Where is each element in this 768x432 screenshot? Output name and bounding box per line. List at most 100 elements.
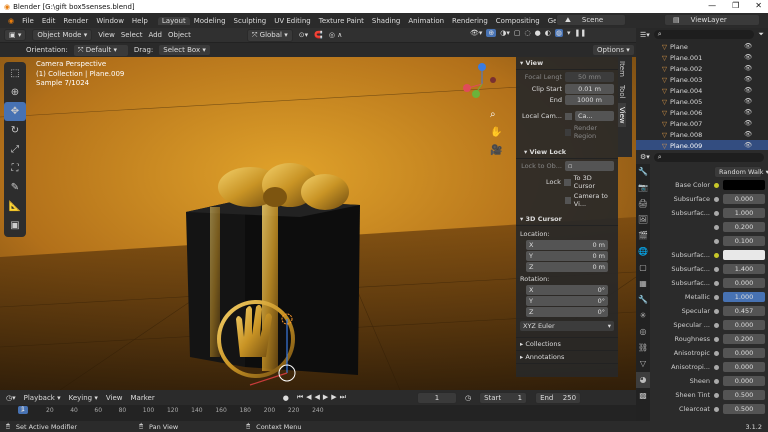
minimize-button[interactable]: —: [708, 1, 716, 10]
menu-window[interactable]: Window: [92, 17, 128, 25]
property-value-field[interactable]: 0.000: [723, 320, 765, 330]
rendered-shading-icon[interactable]: ◍: [554, 29, 563, 37]
drag-dropdown[interactable]: Select Box ▾: [158, 44, 211, 56]
subsurface-method-dropdown[interactable]: Random Walk ▾: [714, 166, 768, 178]
tab-texture-paint[interactable]: Texture Paint: [315, 17, 368, 25]
cursor-icon[interactable]: ⊕: [4, 83, 26, 102]
orientation-dropdown[interactable]: ⤧ Default ▾: [72, 43, 129, 57]
particles-tab-icon[interactable]: ✳: [636, 308, 650, 324]
tab-uv-editing[interactable]: UV Editing: [270, 17, 315, 25]
menu-select[interactable]: Select: [121, 31, 143, 39]
viewlayer-selector[interactable]: ▤ ViewLayer: [664, 14, 760, 26]
visibility-icon[interactable]: 👁▾: [470, 29, 482, 37]
object-mode-dropdown[interactable]: Object Mode ▾: [32, 29, 93, 41]
property-value-field[interactable]: 0.000: [723, 362, 765, 372]
keying-menu[interactable]: Keying ▾: [69, 394, 98, 402]
menu-add[interactable]: Add: [148, 31, 162, 39]
socket-dot-icon[interactable]: [714, 392, 719, 398]
render-tab-icon[interactable]: 📷: [636, 180, 650, 196]
camera-view-icon[interactable]: 🎥: [490, 145, 502, 156]
socket-dot-icon[interactable]: [714, 322, 719, 328]
to-cursor-checkbox[interactable]: [563, 178, 571, 186]
add-cube-icon[interactable]: ▣: [4, 216, 26, 235]
property-value-field[interactable]: 0.500: [723, 390, 765, 400]
filter-icon[interactable]: ⏷: [758, 30, 764, 39]
snap-icon[interactable]: 🧲: [314, 31, 323, 39]
proportional-edit-icon[interactable]: ◎ ∧: [329, 31, 342, 39]
move-icon[interactable]: ✥: [4, 102, 26, 121]
socket-dot-icon[interactable]: [714, 406, 719, 412]
menu-file[interactable]: File: [18, 17, 38, 25]
material-tab-icon[interactable]: ◕: [636, 372, 650, 388]
cursor-rot-z[interactable]: Z 0°: [526, 307, 608, 317]
clip-start-field[interactable]: 0.01 m: [565, 84, 614, 94]
socket-dot-icon[interactable]: [714, 182, 719, 188]
object-tab-icon[interactable]: ▦: [636, 276, 650, 292]
socket-dot-icon[interactable]: [714, 252, 719, 258]
property-value-field[interactable]: 0.000: [723, 194, 765, 204]
local-camera-checkbox[interactable]: [565, 112, 572, 120]
annotate-icon[interactable]: ✎: [4, 178, 26, 197]
gizmo-icon[interactable]: ⊕: [486, 29, 497, 37]
property-value-field[interactable]: [723, 250, 765, 260]
world-tab-icon[interactable]: 🌐: [636, 244, 650, 260]
socket-dot-icon[interactable]: [714, 196, 719, 202]
options-dropdown[interactable]: Options ▾: [592, 44, 635, 56]
socket-dot-icon[interactable]: [714, 364, 719, 370]
constraints-tab-icon[interactable]: ⛓: [636, 340, 650, 356]
tab-modeling[interactable]: Modeling: [190, 17, 230, 25]
3d-cursor-header[interactable]: ▾ 3D Cursor: [516, 213, 618, 226]
socket-dot-icon[interactable]: [714, 280, 719, 286]
tab-rendering[interactable]: Rendering: [448, 17, 492, 25]
render-region-checkbox[interactable]: [565, 128, 571, 136]
local-camera-field[interactable]: Ca...: [575, 111, 614, 121]
collection-tab-icon[interactable]: ▢: [636, 260, 650, 276]
clock-icon[interactable]: ◷: [465, 394, 471, 402]
maximize-button[interactable]: ❐: [732, 1, 739, 10]
pause-render-icon[interactable]: ❚❚: [574, 29, 586, 37]
socket-dot-icon[interactable]: [714, 378, 719, 384]
view-lock-header[interactable]: ▾ View Lock: [516, 146, 618, 159]
property-value-field[interactable]: 0.000: [723, 376, 765, 386]
menu-object[interactable]: Object: [168, 31, 191, 39]
view-layer-tab-icon[interactable]: 🖼: [636, 212, 650, 228]
timeline-editor-icon[interactable]: ◷▾: [6, 394, 16, 402]
properties-search-input[interactable]: ⌕: [653, 152, 764, 162]
wireframe-shading-icon[interactable]: ◌: [525, 29, 531, 37]
scale-icon[interactable]: ⤢: [4, 140, 26, 159]
transform-orientation-dropdown[interactable]: ⤧ Global ▾: [246, 28, 293, 42]
solid-shading-icon[interactable]: ●: [535, 29, 541, 37]
property-value-field[interactable]: 1.400: [723, 264, 765, 274]
cursor-rot-x[interactable]: X 0°: [526, 285, 608, 295]
socket-dot-icon[interactable]: [714, 266, 719, 272]
timeline-view-menu[interactable]: View: [106, 394, 123, 402]
output-tab-icon[interactable]: 🖨: [636, 196, 650, 212]
menu-edit[interactable]: Edit: [38, 17, 60, 25]
annotations-header[interactable]: ▸ Annotations: [516, 351, 618, 364]
outliner-search-input[interactable]: ⌕: [653, 30, 755, 39]
collections-header[interactable]: ▸ Collections: [516, 337, 618, 351]
current-frame-field[interactable]: 1: [416, 391, 457, 404]
rotate-icon[interactable]: ↻: [4, 121, 26, 140]
playback-menu[interactable]: Playback ▾: [24, 394, 61, 402]
cursor-loc-z[interactable]: Z 0 m: [526, 262, 608, 272]
navigation-gizmo[interactable]: [462, 62, 502, 102]
tab-shading[interactable]: Shading: [368, 17, 404, 25]
property-value-field[interactable]: [723, 180, 765, 190]
socket-dot-icon[interactable]: [714, 336, 719, 342]
tab-item[interactable]: Item: [618, 57, 626, 81]
property-value-field[interactable]: 0.200: [723, 334, 765, 344]
rotation-mode-dropdown[interactable]: XYZ Euler ▾: [520, 321, 614, 331]
tab-view[interactable]: View: [618, 102, 626, 128]
socket-dot-icon[interactable]: [714, 210, 719, 216]
marker-menu[interactable]: Marker: [131, 394, 155, 402]
menu-help[interactable]: Help: [128, 17, 152, 25]
blender-menu-icon[interactable]: ◉: [4, 17, 18, 25]
record-icon[interactable]: ●: [283, 394, 289, 402]
property-value-field[interactable]: 1.000: [723, 292, 765, 302]
socket-dot-icon[interactable]: [714, 238, 719, 244]
transform-icon[interactable]: ⛶: [4, 159, 26, 178]
material-shading-icon[interactable]: ◐: [545, 29, 551, 37]
end-frame-field[interactable]: End 250: [535, 391, 582, 404]
zoom-icon[interactable]: ⌕: [490, 109, 496, 120]
